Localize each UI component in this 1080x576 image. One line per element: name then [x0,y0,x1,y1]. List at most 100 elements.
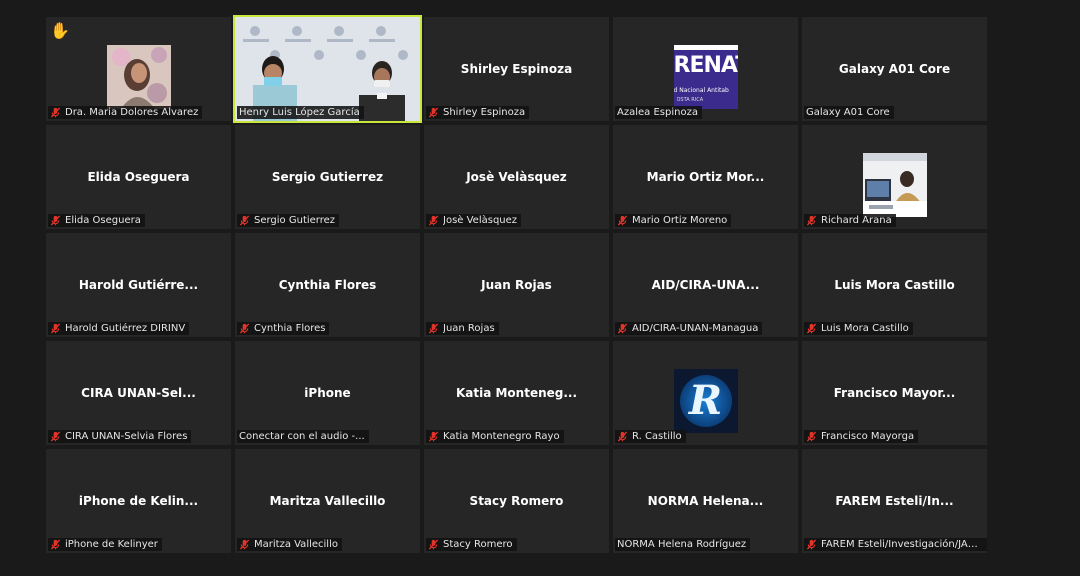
participant-tile[interactable]: Cynthia Flores Cynthia Flores [235,233,420,337]
participant-name-label: Richard Arana [804,214,896,227]
participant-display-name: Katia Monteneg... [455,386,578,400]
participant-tile[interactable]: Galaxy A01 Core Galaxy A01 Core [802,17,987,121]
mic-muted-icon [428,539,439,550]
participant-name: Richard Arana [821,215,892,226]
participant-tile[interactable]: Stacy Romero Stacy Romero [424,449,609,553]
mic-muted-icon [50,107,61,118]
participant-tile[interactable]: Henry Luis López García [233,15,422,123]
participant-name: Juan Rojas [443,323,495,334]
participant-name-label: FAREM Esteli/Investigación/JABe... [804,538,987,551]
participant-name: Luis Mora Castillo [821,323,909,334]
participant-tile[interactable]: Juan Rojas Juan Rojas [424,233,609,337]
participant-tile[interactable]: AID/CIRA-UNA... AID/CIRA-UNAN-Managua [613,233,798,337]
participant-name-label: Azalea Espinoza [615,106,702,119]
raised-hand-icon: ✋ [50,21,70,40]
participant-tile[interactable]: Harold Gutiérre... Harold Gutiérrez DIRIN… [46,233,231,337]
participant-name-label: Cynthia Flores [237,322,330,335]
participant-name-label: Katia Montenegro Rayo [426,430,564,443]
participant-display-name: Galaxy A01 Core [838,62,951,76]
logo-subtext: d Nacional Antitab [673,87,729,94]
mic-muted-icon [806,431,817,442]
participant-name: Azalea Espinoza [617,107,698,118]
participant-name-label: Galaxy A01 Core [804,106,894,119]
participant-tile[interactable]: Luis Mora Castillo Luis Mora Castillo [802,233,987,337]
mic-muted-icon [428,431,439,442]
participant-tile[interactable]: Mario Ortiz Mor... Mario Ortiz Moreno [613,125,798,229]
participant-tile[interactable]: Sergio Gutierrez Sergio Gutierrez [235,125,420,229]
participant-display-name: Elida Oseguera [87,170,190,184]
logo-subtext: OSTA RICA [676,97,704,103]
participant-tile[interactable]: CIRA UNAN-Sel... CIRA UNAN-Selvia Flores [46,341,231,445]
participant-name: Shirley Espinoza [443,107,526,118]
participant-name: Maritza Vallecillo [254,539,338,550]
participant-name: Cynthia Flores [254,323,326,334]
participant-name: R. Castillo [632,431,682,442]
participant-name: Dra. Maria Dolores Alvarez [65,107,199,118]
participant-name-label: Mario Ortiz Moreno [615,214,732,227]
participant-name: iPhone de Kelinyer [65,539,158,550]
participant-display-name: Maritza Vallecillo [269,494,386,508]
participant-name-label: Sergio Gutierrez [237,214,340,227]
participant-name: Sergio Gutierrez [254,215,336,226]
participant-name: Mario Ortiz Moreno [632,215,728,226]
participant-tile[interactable]: Maritza Vallecillo Maritza Vallecillo [235,449,420,553]
participant-display-name: Josè Velàsquez [466,170,567,184]
participant-display-name: Luis Mora Castillo [834,278,955,292]
participant-name-label: Shirley Espinoza [426,106,530,119]
participant-tile[interactable]: iPhone Conectar con el audio -... [235,341,420,445]
participant-tile[interactable]: Richard Arana [802,125,987,229]
participant-name-label: NORMA Helena Rodríguez [615,538,751,551]
participant-name-label: CIRA UNAN-Selvia Flores [48,430,192,443]
mic-muted-icon [806,215,817,226]
participant-display-name: iPhone [304,386,351,400]
mic-muted-icon [806,323,817,334]
participant-display-name: AID/CIRA-UNA... [651,278,760,292]
participant-name-label: Dra. Maria Dolores Alvarez [48,106,203,119]
mic-muted-icon [239,215,250,226]
participant-name-label: AID/CIRA-UNAN-Managua [615,322,763,335]
participant-tile[interactable]: NORMA Helena... NORMA Helena Rodríguez [613,449,798,553]
participant-name: Katia Montenegro Rayo [443,431,560,442]
mic-muted-icon [617,323,628,334]
participant-name: Josè Velàsquez [443,215,518,226]
mic-muted-icon [50,539,61,550]
mic-muted-icon [428,107,439,118]
logo-letter: R [688,377,723,424]
participant-name: Conectar con el audio -... [239,431,365,442]
mic-muted-icon [428,215,439,226]
logo-text: RENAT [673,53,738,78]
mic-muted-icon [50,431,61,442]
participant-display-name: CIRA UNAN-Sel... [81,386,196,400]
participant-name-label: Harold Gutiérrez DIRINV [48,322,190,335]
participant-name: Stacy Romero [443,539,513,550]
participant-name: Henry Luis López García [239,107,360,118]
participant-tile[interactable]: R R. Castillo [613,341,798,445]
mic-muted-icon [239,323,250,334]
participant-tile[interactable]: Elida Oseguera Elida Oseguera [46,125,231,229]
participant-display-name: Francisco Mayor... [833,386,956,400]
participant-name-label: Francisco Mayorga [804,430,919,443]
participant-name-label: Stacy Romero [426,538,517,551]
participant-display-name: Sergio Gutierrez [271,170,384,184]
mic-muted-icon [806,539,817,550]
participant-tile[interactable]: ✋ Dra. Maria Dolores Alvarez [46,17,231,121]
participant-display-name: Mario Ortiz Mor... [646,170,765,184]
participant-tile[interactable]: Shirley Espinoza Shirley Espinoza [424,17,609,121]
participant-tile[interactable]: iPhone de Kelin... iPhone de Kelinyer [46,449,231,553]
participant-tile[interactable]: Josè Velàsquez Josè Velàsquez [424,125,609,229]
participant-tile[interactable]: FAREM Esteli/In... FAREM Esteli/Investiga… [802,449,987,553]
participant-display-name: FAREM Esteli/In... [835,494,954,508]
participant-name: Francisco Mayorga [821,431,915,442]
organization-logo: R [673,369,738,433]
mic-muted-icon [239,539,250,550]
participant-display-name: Harold Gutiérre... [78,278,199,292]
participant-tile[interactable]: Katia Monteneg... Katia Montenegro Rayo [424,341,609,445]
participant-name-label: Luis Mora Castillo [804,322,913,335]
participant-tile[interactable]: RENAT d Nacional Antitab OSTA RICA Azalea E… [613,17,798,121]
participant-display-name: Cynthia Flores [278,278,377,292]
participant-name-label: R. Castillo [615,430,686,443]
mic-muted-icon [50,215,61,226]
participant-tile[interactable]: Francisco Mayor... Francisco Mayorga [802,341,987,445]
participant-name: FAREM Esteli/Investigación/JABe... [821,539,984,550]
participant-name-label: Elida Oseguera [48,214,145,227]
